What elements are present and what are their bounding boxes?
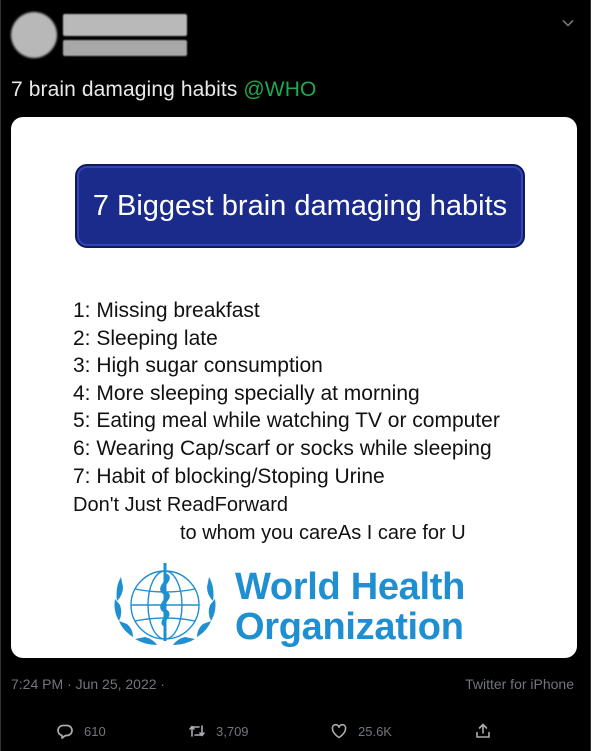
like-count: 25.6K (358, 723, 392, 739)
tweet-body: 7 brain damaging habits (11, 78, 238, 101)
tweet-image[interactable]: 7 Biggest brain damaging habits 1: Missi… (11, 117, 577, 658)
left-border (0, 0, 1, 751)
closing-line: to whom you careAs I care for U (180, 522, 466, 544)
avatar[interactable] (11, 12, 57, 58)
like-icon (331, 723, 347, 739)
tweet-text: 7 brain damaging habits @WHO (11, 78, 316, 102)
more-options-button[interactable] (559, 14, 577, 32)
list-item: 3: High sugar consumption (73, 354, 323, 378)
retweet-button[interactable]: 3,709 (188, 716, 249, 746)
retweet-icon (189, 725, 205, 737)
tweet-timestamp[interactable]: 7:24 PM · Jun 25, 2022 · (11, 676, 165, 692)
mention-link[interactable]: @WHO (243, 78, 316, 101)
reply-button[interactable]: 610 (56, 716, 106, 746)
habit-list: 1: Missing breakfast 2: Sleeping late 3:… (73, 297, 500, 490)
username-redacted[interactable] (63, 40, 187, 56)
who-emblem-icon (114, 563, 216, 645)
action-bar: 610 3,709 25.6K (0, 716, 591, 746)
list-item: 7: Habit of blocking/Stoping Urine (73, 464, 385, 488)
like-button[interactable]: 25.6K (330, 716, 392, 746)
retweet-count: 3,709 (216, 723, 249, 739)
list-item: 5: Eating meal while watching TV or comp… (73, 409, 500, 433)
tweet-source[interactable]: Twitter for iPhone (465, 676, 574, 692)
org-name-line: Organization (235, 606, 464, 648)
who-logo-text: World Health Organization (235, 567, 465, 647)
list-item: 1: Missing breakfast (73, 299, 260, 322)
list-item: 6: Wearing Cap/scarf or socks while slee… (73, 436, 492, 460)
closing-line: Don't Just ReadForward (73, 494, 289, 516)
image-banner: 7 Biggest brain damaging habits (75, 164, 525, 248)
reply-icon (57, 724, 73, 739)
chevron-down-icon (562, 19, 574, 27)
share-button[interactable] (474, 716, 492, 746)
share-icon (476, 723, 490, 738)
org-name-line: World Health (235, 566, 466, 608)
list-item: 4: More sleeping specially at morning (73, 381, 420, 405)
reply-count: 610 (84, 723, 106, 739)
list-item: 2: Sleeping late (73, 326, 218, 350)
display-name-redacted[interactable] (63, 14, 187, 36)
